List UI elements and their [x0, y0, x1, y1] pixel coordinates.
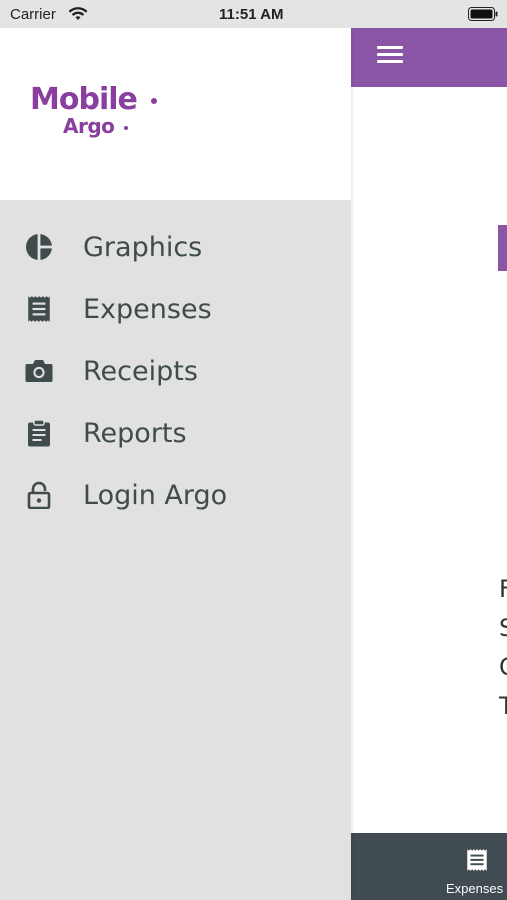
lock-icon — [24, 480, 54, 510]
menu-item-label: Expenses — [83, 293, 212, 325]
navigation-drawer: Mobile Argo Graphics Expenses Receipts R… — [0, 0, 351, 900]
clipboard-icon — [24, 418, 54, 448]
mobile-argo-logo: Mobile Argo — [30, 82, 170, 152]
status-bar: Carrier 11:51 AM — [0, 0, 507, 28]
menu-item-label: Reports — [83, 417, 187, 449]
logo-dot — [124, 126, 128, 130]
receipt-icon — [467, 849, 487, 871]
content-text-4: T — [499, 692, 507, 720]
receipt-icon — [24, 294, 54, 324]
carrier-label: Carrier — [10, 6, 56, 23]
menu-item-receipts[interactable]: Receipts — [0, 340, 351, 402]
content-text-2: S — [499, 614, 507, 642]
pie-chart-icon — [24, 232, 54, 262]
wifi-icon — [68, 7, 88, 20]
tab-expenses-label: Expenses — [446, 881, 504, 896]
content-text-1: F — [499, 575, 507, 603]
menu-item-login-argo[interactable]: Login Argo — [0, 464, 351, 526]
menu-item-label: Receipts — [83, 355, 198, 387]
bottom-tab-bar: Expenses — [351, 833, 507, 900]
drawer-header: Mobile Argo — [0, 28, 351, 200]
menu-item-reports[interactable]: Reports — [0, 402, 351, 464]
menu-item-expenses[interactable]: Expenses — [0, 278, 351, 340]
hamburger-menu-icon[interactable] — [377, 46, 403, 66]
menu-item-label: Graphics — [83, 231, 203, 263]
logo-dot — [151, 98, 157, 104]
camera-icon — [24, 356, 54, 386]
content-text-list: F S C T — [499, 570, 507, 726]
logo-line1: Mobile — [30, 82, 138, 117]
battery-icon — [468, 7, 498, 21]
clock: 11:51 AM — [219, 6, 284, 23]
main-content: F S C T Expenses — [351, 0, 507, 900]
menu-item-graphics[interactable]: Graphics — [0, 216, 351, 278]
drawer-menu: Graphics Expenses Receipts Reports Login… — [0, 216, 351, 526]
content-text-3: C — [499, 648, 507, 687]
menu-item-label: Login Argo — [83, 479, 228, 511]
logo-line2: Argo — [63, 114, 115, 138]
accent-block — [498, 225, 507, 271]
